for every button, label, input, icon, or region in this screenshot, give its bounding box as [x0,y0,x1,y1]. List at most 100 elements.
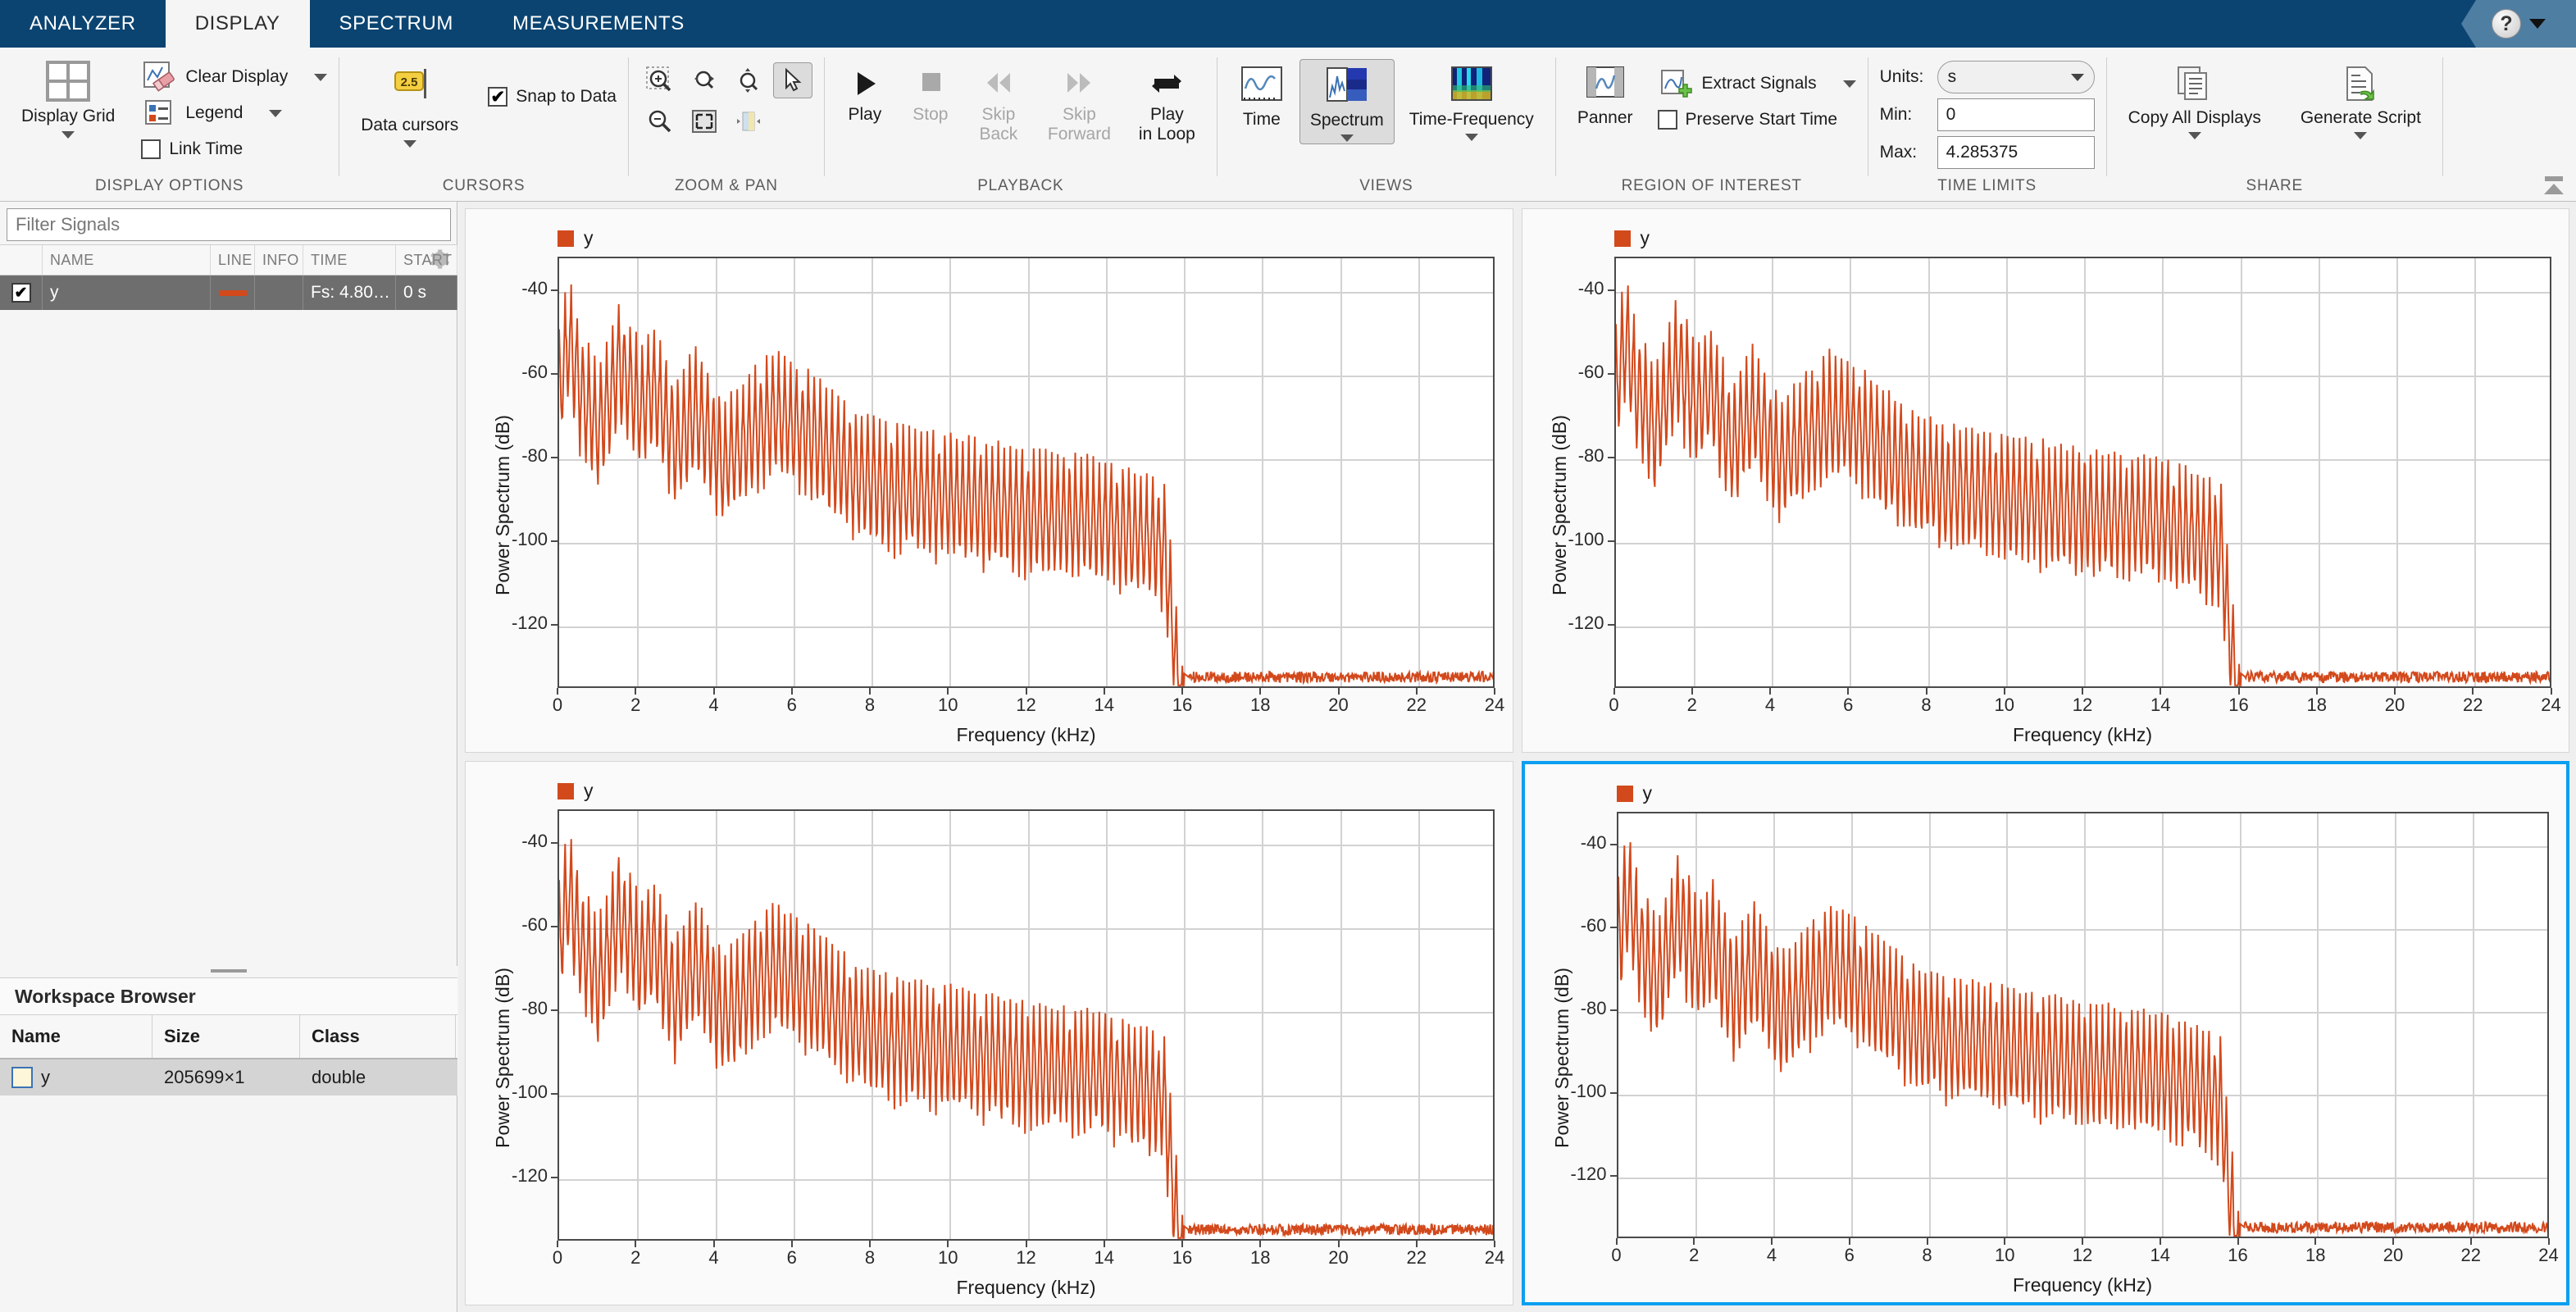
snap-to-data-checkbox-box[interactable]: ✔ [488,87,507,107]
signals-col-line: LINE [211,245,255,275]
x-axis-tick-mark [1494,1241,1495,1247]
snap-to-data-checkbox[interactable]: ✔ Snap to Data [488,79,617,115]
tab-display[interactable]: DISPLAY [166,0,310,48]
signals-col-name: NAME [43,245,211,275]
play-in-loop-button[interactable]: Play in Loop [1129,62,1205,145]
plot-axes[interactable] [1614,257,2551,688]
ribbon-toolbar: Display Grid Cle [0,48,2576,202]
data-cursor-badge-value: 2.5 [400,75,417,89]
zoom-out-icon[interactable] [640,103,680,139]
plot-axes[interactable] [558,257,1495,688]
y-axis-tick-label: -40 [1552,278,1604,299]
stop-button[interactable]: Stop [902,62,959,126]
legend-button[interactable]: Legend [141,95,327,131]
link-time-checkbox-box[interactable] [141,139,161,159]
x-axis-tick-mark [635,688,636,695]
max-input[interactable]: 4.285375 [1937,136,2095,169]
x-axis-tick-mark [2392,1238,2394,1245]
snap-to-data-label: Snap to Data [516,87,617,107]
play-button[interactable]: Play [836,62,894,126]
chevron-down-icon[interactable] [2188,132,2201,139]
panner-button[interactable]: Panner [1568,59,1643,130]
fit-to-view-icon[interactable] [685,103,724,139]
workspace-table-row[interactable]: y 205699×1 double [0,1059,457,1096]
signals-table-row[interactable]: ✔ y Fs: 4.80… 0 s [0,276,457,310]
help-region[interactable]: ? [2461,0,2576,48]
clear-display-button[interactable]: Clear Display [141,59,327,95]
legend-color-swatch [558,783,574,800]
stop-label: Stop [913,105,948,125]
workspace-name-cell: y [0,1059,152,1096]
spectrum-trace [1616,258,2551,688]
chevron-down-icon[interactable] [61,131,75,139]
x-axis-tick-mark [713,1241,715,1247]
x-axis-tick-mark [1026,688,1027,695]
view-time-button[interactable]: Time [1229,59,1295,131]
x-axis-tick-mark [1416,688,1418,695]
x-axis-tick-mark [713,688,715,695]
min-input[interactable]: 0 [1937,98,2095,131]
copy-all-displays-button[interactable]: Copy All Displays [2119,59,2271,141]
spectrum-panel-4[interactable]: y-40-60-80-100-120024681012141618202224P… [1522,761,2570,1305]
ribbon-tab-bar: ANALYZER DISPLAY SPECTRUM MEASUREMENTS ? [0,0,2576,48]
x-axis-tick-label: 10 [920,695,976,716]
y-axis-tick-mark [1610,1175,1618,1177]
view-time-frequency-button[interactable]: Time-Frequency [1400,59,1544,143]
signal-checkbox[interactable]: ✔ [0,276,43,310]
chevron-down-icon[interactable] [2071,74,2084,81]
plot-axes[interactable] [558,809,1495,1241]
chevron-down-icon[interactable] [2354,132,2367,139]
link-time-checkbox[interactable]: Link Time [141,131,327,167]
chevron-down-icon[interactable] [1340,134,1354,142]
filter-signals-input[interactable]: Filter Signals [7,208,451,241]
workspace-col-size[interactable]: Size [152,1015,300,1058]
view-spectrum-button[interactable]: Spectrum [1299,59,1395,144]
preserve-start-time-checkbox-box[interactable] [1658,110,1677,130]
chevron-down-icon[interactable] [2529,19,2546,29]
collapse-ribbon-button[interactable] [2540,173,2568,198]
chevron-down-icon[interactable] [403,140,416,148]
y-axis-tick-label: -60 [495,362,548,383]
preserve-start-time-checkbox[interactable]: Preserve Start Time [1658,102,1856,138]
clear-display-icon [141,59,177,95]
skip-back-button[interactable]: Skip Back [967,62,1030,145]
zoom-y-icon[interactable] [729,62,768,98]
spectrum-panel-3[interactable]: y-40-60-80-100-120024681012141618202224P… [465,761,1513,1305]
plot-legend: y [558,780,594,802]
tab-analyzer[interactable]: ANALYZER [0,0,166,48]
x-axis-tick-mark [1104,688,1105,695]
workspace-col-name[interactable]: Name [0,1015,152,1058]
data-cursor-icon: 2.5 [389,66,431,106]
chevron-down-icon[interactable] [1843,80,1856,88]
display-grid-button[interactable]: Display Grid [11,56,125,140]
x-axis-tick-mark [2394,688,2396,695]
skip-forward-button[interactable]: Skip Forward [1038,62,1121,145]
x-axis-tick-mark [1259,688,1261,695]
units-select[interactable]: s [1937,61,2095,93]
x-axis-tick-label: 12 [999,1247,1054,1269]
ribbon-group-playback: Play Stop Skip Back Skip Forward [825,48,1217,201]
x-axis-tick-label: 18 [1232,695,1288,716]
chevron-down-icon[interactable] [269,110,282,117]
zoom-region-icon[interactable] [640,62,680,98]
extract-signals-button[interactable]: Extract Signals [1658,66,1856,102]
tab-spectrum[interactable]: SPECTRUM [310,0,483,48]
chevron-down-icon[interactable] [314,74,327,81]
plot-axes[interactable] [1617,812,2549,1238]
question-mark-icon[interactable]: ? [2492,9,2521,39]
panel-splitter[interactable] [0,966,457,977]
zoom-x-icon[interactable] [685,62,724,98]
tab-measurements[interactable]: MEASUREMENTS [483,0,714,48]
data-cursors-button[interactable]: 2.5 Data cursors [351,61,468,149]
pan-icon[interactable] [729,103,768,139]
plot-legend: y [1617,782,1653,804]
pointer-icon[interactable] [773,62,812,98]
x-axis-tick-mark [1259,1241,1261,1247]
generate-script-button[interactable]: Generate Script [2291,59,2431,141]
chevron-down-icon[interactable] [1465,134,1478,141]
spectrum-panel-1[interactable]: y-40-60-80-100-120024681012141618202224P… [465,208,1513,753]
gear-icon[interactable] [427,248,450,271]
spectrum-panel-2[interactable]: y-40-60-80-100-120024681012141618202224P… [1522,208,2570,753]
workspace-col-class[interactable]: Class [300,1015,456,1058]
y-axis-tick-mark [551,289,558,291]
